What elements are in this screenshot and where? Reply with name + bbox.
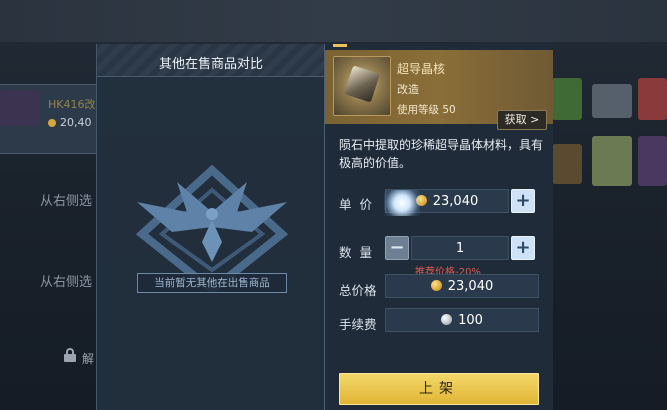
unit-price-value: 23,040 [432, 194, 479, 209]
crystal-core-icon [333, 56, 391, 116]
fee-label: 手续费 [339, 317, 377, 332]
panel-indicator [333, 44, 347, 47]
quantity-label: 数 量 [339, 245, 374, 260]
list-for-sale-button[interactable]: 上架 [339, 373, 539, 405]
weapon-thumbnail [0, 90, 40, 126]
select-hint-2: 从右侧选 [40, 275, 93, 290]
compare-panel: 其他在售商品对比 当前暂无其他在出售商品 [96, 44, 326, 410]
quantity-field[interactable]: 1 [411, 236, 509, 260]
price-increase-button[interactable]: + [511, 189, 535, 213]
unit-price-label: 单 价 [339, 197, 374, 212]
no-listings-label: 当前暂无其他在出售商品 [137, 273, 287, 293]
compare-title: 其他在售商品对比 [158, 57, 263, 72]
silver-coin-icon [441, 314, 453, 325]
total-price-label: 总价格 [339, 283, 377, 298]
lock-icon [64, 348, 76, 362]
gold-coin-icon [430, 280, 442, 291]
item-type: 改造 [397, 83, 419, 96]
inventory-tiles [552, 78, 667, 198]
lock-label: 解 [82, 352, 95, 366]
obtain-button[interactable]: 获取 > [497, 110, 547, 130]
total-price-value: 23,040 [447, 279, 494, 294]
sell-panel: 超导晶核 改造 使用等级 50 获取 > 陨石中提取的珍稀超导晶体材料，具有极高… [324, 44, 553, 410]
quantity-increase-button[interactable]: + [511, 236, 535, 260]
select-hint-1: 从右侧选 [40, 194, 93, 209]
item-card: 超导晶核 改造 使用等级 50 获取 > [325, 50, 553, 130]
top-bar-background [0, 0, 667, 42]
total-price-field: 23,040 [385, 274, 539, 298]
item-level: 使用等级 50 [397, 104, 456, 116]
fee-field: 100 [385, 308, 539, 332]
fee-value: 100 [458, 313, 483, 328]
weapon-price: 20,40 [48, 116, 92, 129]
weapon-name: HK416改 [48, 98, 96, 111]
price-slider-knob[interactable] [384, 190, 420, 216]
item-description: 陨石中提取的珍稀超导晶体材料，具有极高的价值。 [339, 138, 544, 170]
quantity-decrease-button[interactable]: − [385, 236, 409, 260]
item-name: 超导晶核 [397, 62, 446, 76]
